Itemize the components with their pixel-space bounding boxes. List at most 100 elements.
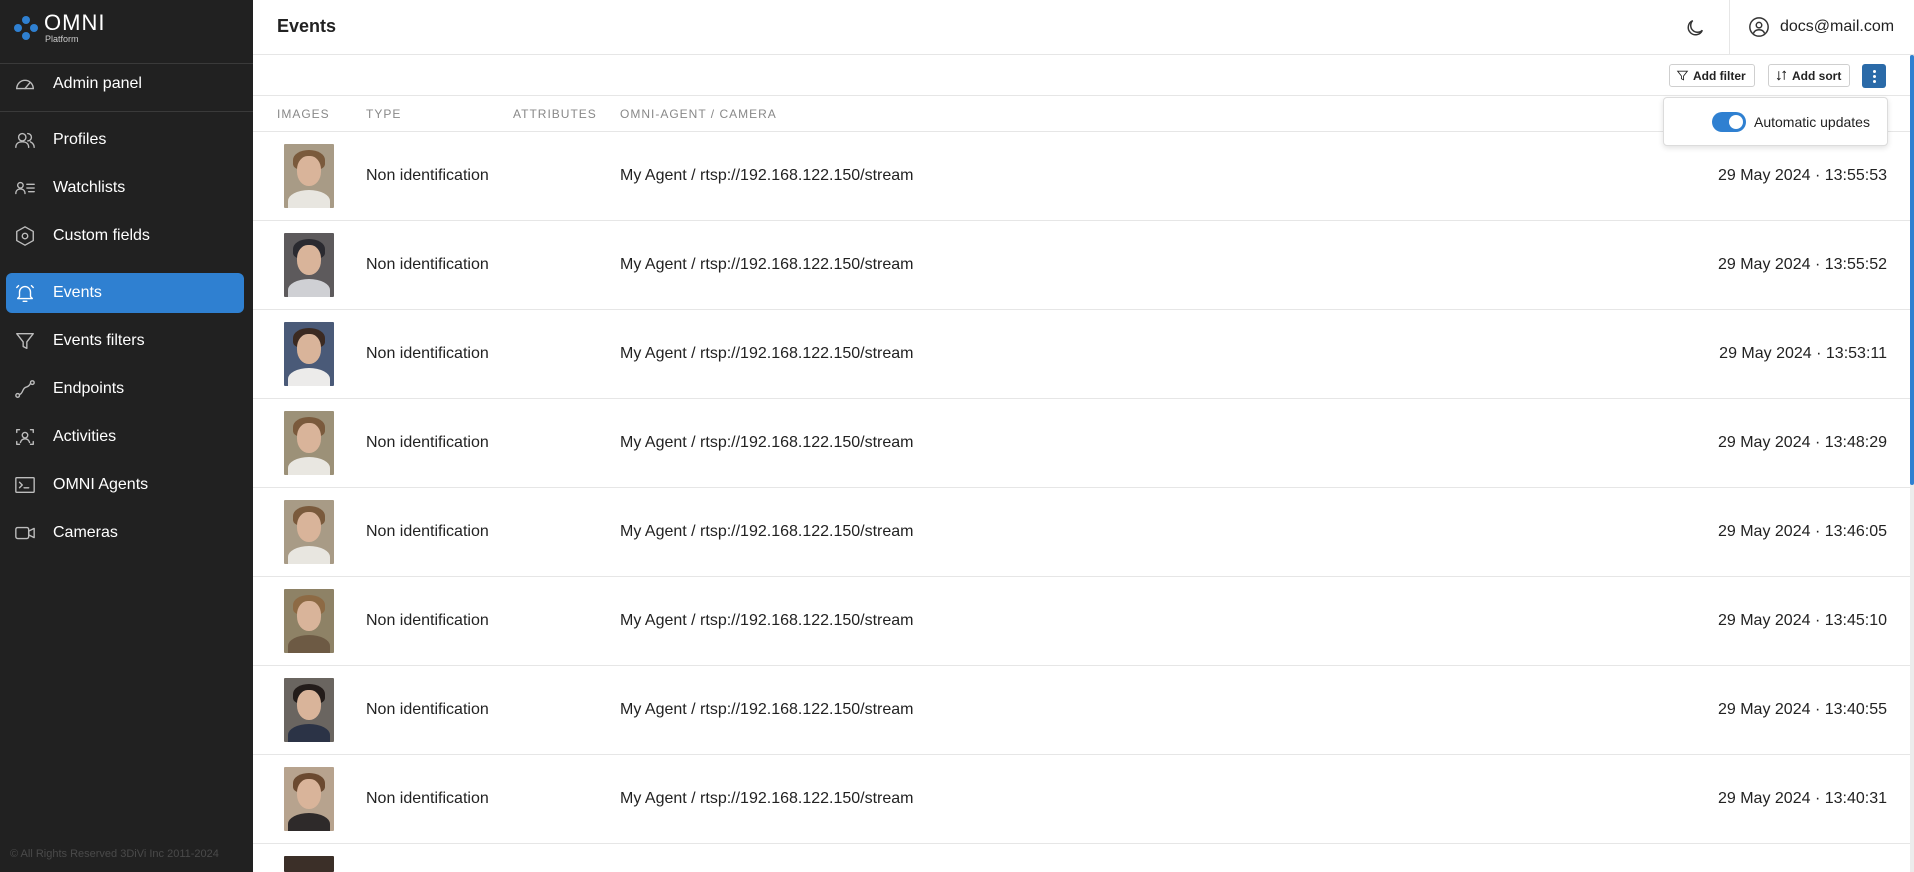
event-type: Non identification: [366, 701, 489, 718]
event-camera: My Agent / rtsp://192.168.122.150/stream: [620, 523, 914, 540]
user-circle-icon: [1749, 17, 1769, 37]
event-camera: My Agent / rtsp://192.168.122.150/stream: [620, 256, 914, 273]
scan-user-icon: [13, 425, 37, 449]
event-type: Non identification: [366, 345, 489, 362]
logo-subtitle: Platform: [45, 34, 79, 44]
event-face-image[interactable]: [284, 411, 334, 475]
sidebar-item-cameras[interactable]: Cameras: [6, 513, 244, 553]
add-sort-label: Add sort: [1792, 68, 1842, 83]
sidebar-item-activities[interactable]: Activities: [6, 417, 244, 457]
event-date: 29 May 2024 · 13:53:11: [1719, 345, 1887, 362]
user-email: docs@mail.com: [1780, 18, 1895, 35]
sidebar-item-events-filters[interactable]: Events filters: [6, 321, 244, 361]
event-face-image[interactable]: [284, 322, 334, 386]
event-camera: My Agent / rtsp://192.168.122.150/stream: [620, 701, 914, 718]
event-face-image[interactable]: [284, 856, 334, 872]
logo-wordmark: OMNI: [44, 10, 106, 35]
hexagon-settings-icon: [13, 224, 37, 248]
add-sort-button[interactable]: Add sort: [1768, 64, 1851, 87]
filter-icon: [1676, 70, 1689, 81]
sidebar-item-admin-panel[interactable]: Admin panel: [6, 64, 244, 104]
add-filter-label: Add filter: [1693, 68, 1746, 83]
table-row[interactable]: Non identification My Agent / rtsp://192…: [253, 488, 1914, 577]
sort-icon: [1776, 70, 1787, 81]
sidebar-item-custom-fields[interactable]: Custom fields: [6, 216, 244, 256]
automatic-updates-label: Automatic updates: [1754, 113, 1870, 130]
header-separator: [1729, 0, 1730, 55]
main-scrollbar[interactable]: [1910, 55, 1914, 872]
filter-icon: [13, 329, 37, 353]
gauge-icon: [13, 72, 37, 96]
column-header-images: IMAGES: [277, 107, 330, 121]
sidebar-item-label: Endpoints: [53, 380, 125, 397]
event-face-image[interactable]: [284, 767, 334, 831]
event-date: 29 May 2024 · 13:45:10: [1717, 612, 1887, 629]
more-vertical-icon: [1872, 69, 1876, 84]
event-type: Non identification: [366, 256, 489, 273]
sidebar-item-profiles[interactable]: Profiles: [6, 120, 244, 160]
event-camera: My Agent / rtsp://192.168.122.150/stream: [620, 167, 914, 184]
sidebar-divider: [0, 111, 253, 112]
sidebar-item-omni-agents[interactable]: OMNI Agents: [6, 465, 244, 505]
omni-logo-icon: [14, 16, 38, 40]
sidebar-item-label: Cameras: [53, 524, 118, 541]
event-date: 29 May 2024 · 13:48:29: [1717, 434, 1887, 451]
sidebar-item-label: Watchlists: [53, 179, 126, 196]
toggle-knob: [1729, 114, 1743, 129]
sidebar-item-watchlists[interactable]: Watchlists: [6, 168, 244, 208]
event-camera: My Agent / rtsp://192.168.122.150/stream: [620, 434, 914, 451]
table-row[interactable]: Non identification My Agent / rtsp://192…: [253, 221, 1914, 310]
sidebar-item-label: Custom fields: [53, 227, 150, 244]
event-date: 29 May 2024 · 13:40:55: [1717, 701, 1887, 718]
more-options-button[interactable]: [1862, 64, 1886, 88]
table-row[interactable]: [253, 844, 1914, 872]
table-row[interactable]: Non identification My Agent / rtsp://192…: [253, 310, 1914, 399]
table-row[interactable]: Non identification My Agent / rtsp://192…: [253, 755, 1914, 844]
user-menu[interactable]: docs@mail.com: [1748, 14, 1894, 40]
sidebar-item-endpoints[interactable]: Endpoints: [6, 369, 244, 409]
event-date: 29 May 2024 · 13:55:53: [1717, 167, 1887, 184]
event-date: 29 May 2024 · 13:46:05: [1717, 523, 1887, 540]
event-date: 29 May 2024 · 13:40:31: [1717, 790, 1887, 807]
page-title: Events: [277, 16, 337, 36]
sidebar-item-label: Events filters: [53, 332, 145, 349]
column-header-camera: OMNI-AGENT / CAMERA: [620, 107, 777, 121]
event-type: Non identification: [366, 612, 489, 629]
sidebar-item-label: Events: [53, 284, 102, 301]
add-filter-button[interactable]: Add filter: [1669, 64, 1755, 87]
sidebar-item-label: Profiles: [53, 131, 107, 148]
event-type: Non identification: [366, 167, 489, 184]
automatic-updates-toggle[interactable]: [1712, 111, 1746, 132]
event-camera: My Agent / rtsp://192.168.122.150/stream: [620, 790, 914, 807]
omni-logo[interactable]: OMNI Platform: [14, 12, 105, 44]
event-type: Non identification: [366, 790, 489, 807]
event-face-image[interactable]: [284, 589, 334, 653]
dark-mode-toggle[interactable]: [1681, 14, 1709, 42]
table-row[interactable]: Non identification My Agent / rtsp://192…: [253, 577, 1914, 666]
sidebar-item-label: OMNI Agents: [53, 476, 149, 493]
event-camera: My Agent / rtsp://192.168.122.150/stream: [620, 612, 914, 629]
table-options-popover: Automatic updates: [1663, 97, 1888, 146]
copyright: © All Rights Reserved 3DiVi Inc 2011-202…: [10, 848, 219, 860]
event-face-image[interactable]: [284, 144, 334, 208]
user-list-icon: [13, 176, 37, 200]
video-camera-icon: [13, 521, 37, 545]
sidebar-item-label: Activities: [53, 428, 117, 445]
event-face-image[interactable]: [284, 233, 334, 297]
moon-icon: [1687, 19, 1704, 36]
sidebar-item-events[interactable]: Events: [6, 273, 244, 313]
table-row[interactable]: Non identification My Agent / rtsp://192…: [253, 666, 1914, 755]
event-camera: My Agent / rtsp://192.168.122.150/stream: [620, 345, 914, 362]
scrollbar-thumb[interactable]: [1910, 55, 1914, 485]
bell-icon: [13, 281, 37, 305]
column-header-type: TYPE: [366, 107, 402, 121]
table-row[interactable]: Non identification My Agent / rtsp://192…: [253, 399, 1914, 488]
event-face-image[interactable]: [284, 678, 334, 742]
sidebar: OMNI Platform Admin panel Profiles Watch…: [0, 0, 253, 872]
column-header-attributes: ATTRIBUTES: [513, 107, 597, 121]
event-type: Non identification: [366, 434, 489, 451]
sidebar-item-label: Admin panel: [53, 75, 142, 92]
event-face-image[interactable]: [284, 500, 334, 564]
event-date: 29 May 2024 · 13:55:52: [1717, 256, 1887, 273]
users-icon: [13, 128, 37, 152]
